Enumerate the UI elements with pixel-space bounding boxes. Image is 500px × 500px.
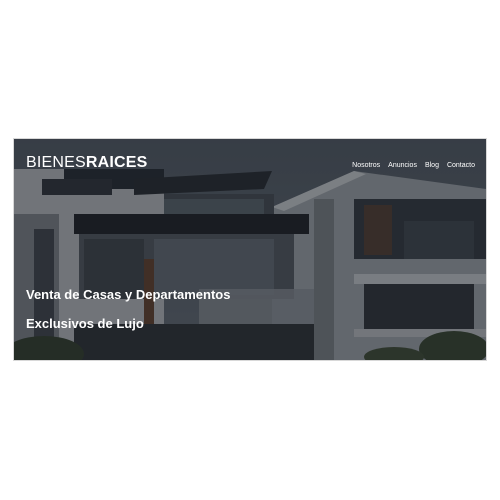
logo-part-light: BIENES [26,154,86,171]
hero-heading-line-2: Exclusivos de Lujo [26,316,144,331]
nav-link-blog[interactable]: Blog [425,162,439,169]
logo-part-bold: RAICES [85,154,148,171]
nav-link-nosotros[interactable]: Nosotros [352,162,380,169]
site-logo[interactable]: BIENESRAICES [26,154,148,172]
site-header: BIENESRAICES Nosotros Anuncios Blog Cont… [14,139,486,195]
hero-heading-line-1: Venta de Casas y Departamentos [26,287,231,302]
main-navigation: Nosotros Anuncios Blog Contacto [352,162,475,169]
nav-link-contacto[interactable]: Contacto [447,162,475,169]
hero-section: BIENESRAICES Nosotros Anuncios Blog Cont… [14,139,486,360]
nav-link-anuncios[interactable]: Anuncios [388,162,417,169]
